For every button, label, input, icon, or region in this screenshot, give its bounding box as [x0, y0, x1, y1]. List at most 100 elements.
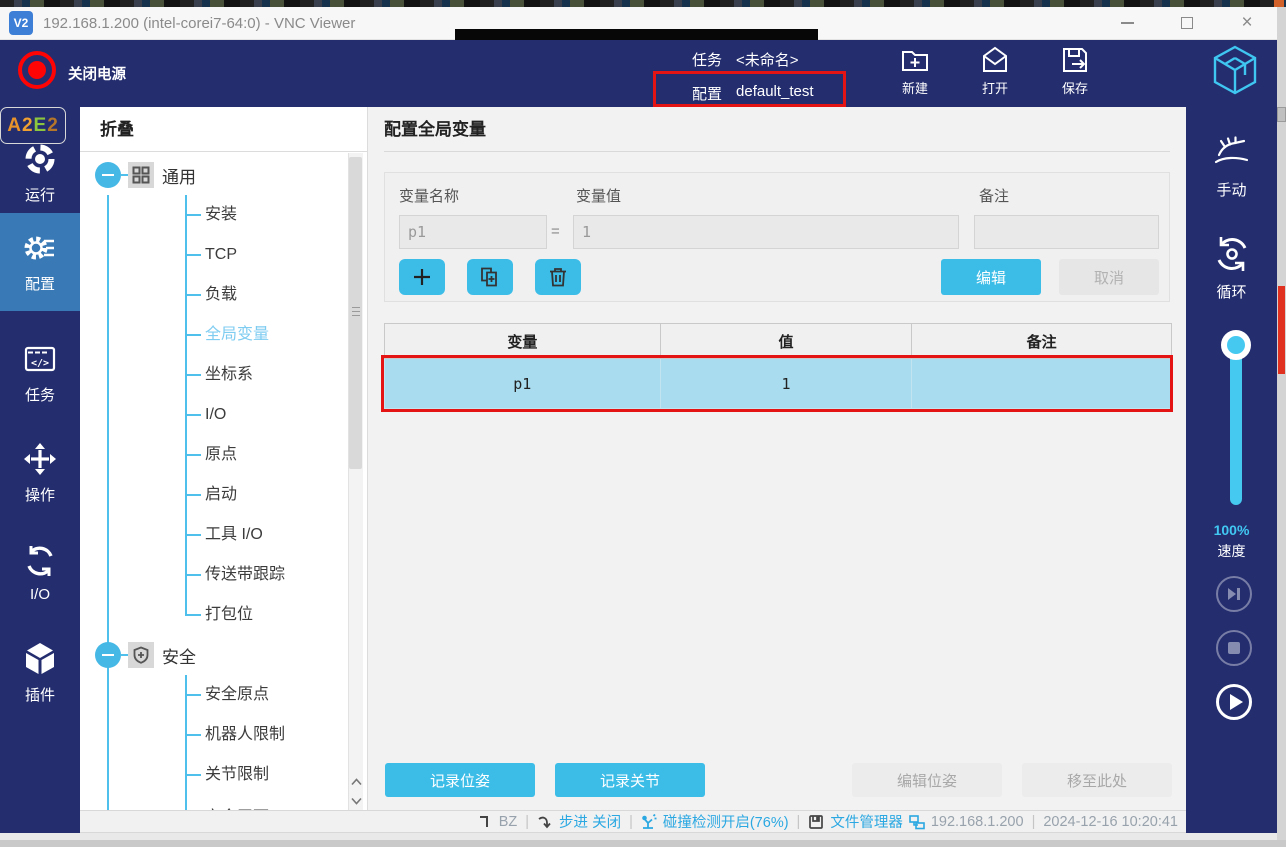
task-indicator: 任务 <未命名> [692, 49, 799, 70]
safety-shield-icon [128, 642, 154, 668]
tree-item-global-variables[interactable]: 全局变量 [80, 320, 340, 350]
tree-item-install[interactable]: 安装 [80, 200, 340, 230]
tree-item-clipped[interactable]: 安全平面 [80, 803, 340, 810]
speed-percent: 100% [1186, 522, 1277, 538]
background-widget [1277, 107, 1286, 122]
tree-item-home[interactable]: 原点 [80, 440, 340, 470]
bz-status[interactable]: BZ [499, 814, 518, 830]
power-off-label: 关闭电源 [68, 63, 126, 84]
tree-item-joint-limit[interactable]: 关节限制 [80, 760, 340, 790]
ip-address: 192.168.1.200 [931, 814, 1024, 830]
skip-icon [1226, 586, 1242, 602]
minimize-button[interactable] [1106, 7, 1148, 38]
config-indicator[interactable]: 配置 default_test [692, 83, 814, 104]
status-bar: BZ | 步进 关闭 | 碰撞检测开启(76%) | 文件管理器 192.168… [80, 810, 1186, 833]
desktop-strip [0, 840, 1286, 847]
note-input[interactable] [974, 215, 1159, 249]
background-window-strip [0, 0, 1286, 7]
sidebar-item-plugin[interactable]: 插件 [0, 625, 80, 721]
right-sidebar: 手动 循环 100% 速度 [1186, 107, 1277, 840]
record-joint-button[interactable]: 记录关节 [555, 763, 705, 797]
copy-variable-button[interactable] [467, 259, 513, 295]
tree-root-label: 安全 [162, 643, 196, 668]
collapse-header[interactable]: 折叠 [80, 107, 367, 152]
background-red-bar [1278, 286, 1285, 374]
cell-variable: p1 [385, 359, 661, 409]
task-icon: </> [22, 341, 58, 377]
file-manager-link[interactable]: 文件管理器 [830, 811, 903, 832]
scroll-down-icon[interactable] [351, 797, 362, 805]
tree-root-safety[interactable]: 安全 [80, 640, 367, 670]
hand-icon [1211, 131, 1253, 173]
value-input[interactable]: 1 [573, 215, 959, 249]
cycle-mode-button[interactable]: 循环 [1186, 233, 1277, 302]
background-remnant [455, 29, 818, 40]
stop-icon [1228, 642, 1240, 654]
edit-pose-button[interactable]: 编辑位姿 [852, 763, 1002, 797]
close-button[interactable]: × [1226, 7, 1268, 38]
tree-item-tool-io[interactable]: 工具 I/O [80, 520, 340, 550]
edit-button[interactable]: 编辑 [941, 259, 1041, 295]
stop-button[interactable] [1216, 630, 1252, 666]
tree-item-coordinate[interactable]: 坐标系 [80, 360, 340, 390]
cancel-button[interactable]: 取消 [1059, 259, 1159, 295]
note-label: 备注 [979, 185, 1009, 206]
power-off-button[interactable] [18, 51, 56, 89]
sidebar-label: I/O [30, 586, 50, 603]
collapse-toggle-icon[interactable] [95, 642, 121, 668]
open-label: 打开 [982, 78, 1008, 97]
step-status[interactable]: 步进 关闭 [559, 811, 621, 832]
speed-slider-knob[interactable] [1221, 330, 1251, 360]
sidebar-item-run[interactable]: 运行 [0, 125, 80, 221]
cell-note [912, 359, 1172, 409]
sidebar-item-config[interactable]: 配置 [0, 213, 80, 311]
save-icon [1059, 44, 1091, 76]
name-label: 变量名称 [399, 185, 459, 206]
manual-label: 手动 [1216, 179, 1246, 200]
table-header-row: 变量 值 备注 [385, 324, 1172, 359]
tree-item-io[interactable]: I/O [80, 400, 340, 430]
equals-sign: = [551, 223, 560, 240]
record-pose-button[interactable]: 记录位姿 [385, 763, 535, 797]
step-forward-button[interactable] [1216, 576, 1252, 612]
maximize-button[interactable] [1166, 7, 1208, 38]
name-input[interactable]: p1 [399, 215, 547, 249]
save-button[interactable]: 保存 [1044, 44, 1106, 104]
collision-status[interactable]: 碰撞检测开启(76%) [663, 811, 789, 832]
table-row[interactable]: p1 1 [385, 359, 1172, 409]
config-value: default_test [736, 83, 814, 104]
collapse-toggle-icon[interactable] [95, 162, 121, 188]
add-variable-button[interactable] [399, 259, 445, 295]
manual-mode-button[interactable]: 手动 [1186, 131, 1277, 200]
tree-scrollbar-buttons[interactable] [348, 772, 363, 810]
operate-icon [22, 441, 58, 477]
tree-item-payload[interactable]: 负载 [80, 280, 340, 310]
plugin-icon [22, 641, 58, 677]
scroll-up-icon[interactable] [351, 778, 362, 786]
open-button[interactable]: 打开 [964, 44, 1026, 104]
speed-slider-track[interactable] [1230, 345, 1242, 505]
new-button[interactable]: 新建 [884, 44, 946, 104]
variable-form: 变量名称 变量值 备注 p1 = 1 编辑 取消 [384, 172, 1170, 302]
tree-item-tcp[interactable]: TCP [80, 240, 340, 270]
move-here-button[interactable]: 移至此处 [1022, 763, 1172, 797]
col-note: 备注 [912, 324, 1172, 359]
tree-root-general[interactable]: 通用 [80, 160, 367, 190]
tree-item-pack-pos[interactable]: 打包位 [80, 600, 340, 630]
tree-item-robot-limit[interactable]: 机器人限制 [80, 720, 340, 750]
tree-scrollbar-thumb[interactable] [349, 157, 362, 469]
bz-icon [477, 814, 493, 830]
new-label: 新建 [902, 78, 928, 97]
config-tree-panel: 折叠 通用 安装 TCP 负载 全局变量 坐标系 I/O 原点 启动 工具 I/… [80, 107, 368, 810]
speed-label: 速度 [1186, 541, 1277, 561]
sidebar-item-io[interactable]: I/O [0, 525, 80, 621]
sidebar-item-task[interactable]: </> 任务 [0, 325, 80, 421]
tree-item-conveyor[interactable]: 传送带跟踪 [80, 560, 340, 590]
delete-variable-button[interactable] [535, 259, 581, 295]
left-sidebar: 运行 配置 </> 任务 操作 I/O [0, 107, 80, 840]
desktop-right-strip [1277, 7, 1286, 840]
sidebar-item-operate[interactable]: 操作 [0, 425, 80, 521]
tree-item-startup[interactable]: 启动 [80, 480, 340, 510]
play-button[interactable] [1216, 684, 1252, 720]
tree-item-safe-home[interactable]: 安全原点 [80, 680, 340, 710]
